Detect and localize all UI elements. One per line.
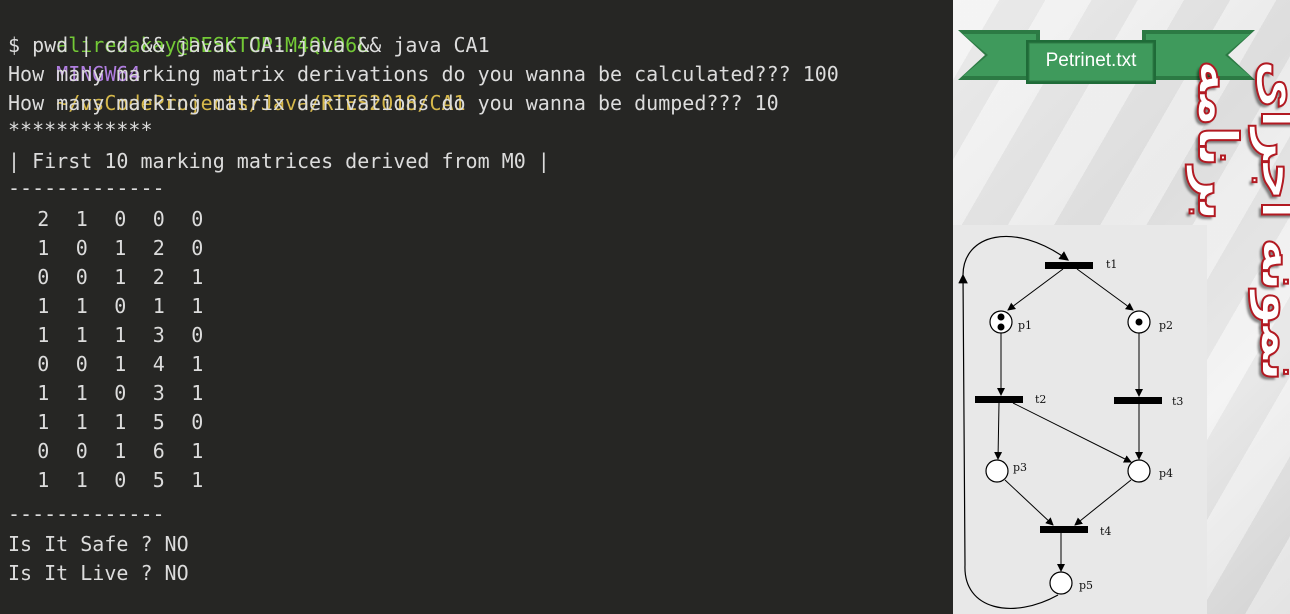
- matrix-cell: 0: [114, 207, 127, 231]
- matrix-cell: 1: [37, 323, 50, 347]
- matrix-cell: 0: [114, 381, 127, 405]
- matrix-cell: 1: [75, 207, 88, 231]
- transition-t3: [1114, 397, 1162, 404]
- matrix-cell: 0: [191, 207, 204, 231]
- matrix-row: 2 1 0 0 0: [8, 205, 217, 234]
- matrix-row: 1 0 1 2 0: [8, 234, 217, 263]
- matrix-row: 0 0 1 4 1: [8, 350, 217, 379]
- matrix-row: 0 0 1 6 1: [8, 437, 217, 466]
- transition-t4: [1040, 526, 1088, 533]
- stars-line: ************: [8, 118, 153, 142]
- matrix-cell: 1: [75, 468, 88, 492]
- matrix-cell: 0: [75, 439, 88, 463]
- matrix-cell: 2: [152, 236, 165, 260]
- place-p5: [1049, 571, 1073, 595]
- token: [997, 323, 1005, 331]
- matrix-cell: 0: [75, 352, 88, 376]
- matrix-cell: 0: [75, 265, 88, 289]
- matrix-cell: 1: [152, 294, 165, 318]
- matrix-cell: 1: [114, 323, 127, 347]
- arc: [994, 402, 1003, 460]
- matrix-cell: 1: [191, 352, 204, 376]
- matrix-row: 1 1 0 1 1: [8, 292, 217, 321]
- matrix-cell: 1: [191, 265, 204, 289]
- matrix-cell: 0: [152, 207, 165, 231]
- matrix-cell: 0: [114, 468, 127, 492]
- token: [997, 313, 1005, 321]
- matrix-cell: 1: [191, 294, 204, 318]
- matrix-cell: 2: [37, 207, 50, 231]
- matrix-cell: 1: [114, 236, 127, 260]
- matrix-cell: 0: [37, 265, 50, 289]
- matrix-cell: 3: [152, 381, 165, 405]
- arc: [1007, 268, 1064, 311]
- place-p3: [985, 459, 1009, 483]
- matrix-cell: 1: [75, 381, 88, 405]
- matrix-cell: 1: [37, 236, 50, 260]
- matrix-cell: 1: [114, 352, 127, 376]
- matrix-cell: 1: [191, 381, 204, 405]
- matrix-cell: 0: [37, 439, 50, 463]
- matrix-cell: 1: [114, 410, 127, 434]
- matrix-cell: 1: [37, 294, 50, 318]
- matrix-cell: 1: [75, 410, 88, 434]
- matrix-cell: 4: [152, 352, 165, 376]
- token: [1135, 318, 1143, 326]
- matrix-cell: 1: [114, 439, 127, 463]
- label-p2: p2: [1159, 319, 1173, 332]
- matrix-cell: 1: [75, 323, 88, 347]
- matrix-cell: 0: [191, 323, 204, 347]
- live-result: Is It Live ? NO: [8, 561, 189, 585]
- matrix-cell: 2: [152, 265, 165, 289]
- matrix-row: 1 1 0 3 1: [8, 379, 217, 408]
- label-t4: t4: [1100, 525, 1111, 538]
- arc: [1012, 402, 1132, 463]
- matrix-cell: 1: [37, 468, 50, 492]
- matrix-cell: 1: [191, 439, 204, 463]
- label-p5: p5: [1079, 579, 1093, 592]
- separator-bottom: -------------: [8, 502, 165, 526]
- label-t1: t1: [1106, 258, 1117, 271]
- matrix-cell: 0: [191, 410, 204, 434]
- arc: [1004, 479, 1054, 526]
- matrix-cell: 5: [152, 410, 165, 434]
- matrix-cell: 5: [152, 468, 165, 492]
- matrix-cell: 0: [37, 352, 50, 376]
- petri-net-diagram: t1 t2 t3 t4 p1 p2 p3 p4 p5: [958, 235, 1183, 609]
- matrix-cell: 0: [191, 236, 204, 260]
- matrices-header: | First 10 marking matrices derived from…: [8, 149, 550, 173]
- label-t2: t2: [1035, 393, 1046, 406]
- matrix-cell: 1: [37, 381, 50, 405]
- matrix-cell: 1: [75, 294, 88, 318]
- matrix-row: 1 1 1 5 0: [8, 408, 217, 437]
- arc: [1076, 268, 1134, 311]
- matrix-cell: 1: [37, 410, 50, 434]
- label-p1: p1: [1018, 319, 1032, 332]
- arc-loop-top: [962, 235, 1069, 276]
- separator-top: -------------: [8, 176, 165, 200]
- place-p4: [1127, 459, 1151, 483]
- matrix-cell: 1: [191, 468, 204, 492]
- label-t3: t3: [1172, 395, 1183, 408]
- label-p3: p3: [1013, 461, 1027, 474]
- matrix-cell: 6: [152, 439, 165, 463]
- transition-t1: [1045, 262, 1093, 269]
- arc: [1074, 479, 1132, 526]
- persian-slide-title: نمونه اجرای برنامه: [1185, 59, 1290, 540]
- banner-label: Petrinet.txt: [1045, 50, 1137, 71]
- safe-result: Is It Safe ? NO: [8, 532, 189, 556]
- persian-title-text: نمونه اجرای برنامه: [1185, 59, 1290, 382]
- matrix-row: 1 1 0 5 1: [8, 466, 217, 495]
- matrix-row: 1 1 1 3 0: [8, 321, 217, 350]
- matrix-cell: 0: [114, 294, 127, 318]
- matrix-row: 0 0 1 2 1: [8, 263, 217, 292]
- transition-t2: [975, 396, 1023, 403]
- label-p4: p4: [1159, 467, 1173, 480]
- matrix-cell: 1: [114, 265, 127, 289]
- matrix-cell: 0: [75, 236, 88, 260]
- matrix-cell: 3: [152, 323, 165, 347]
